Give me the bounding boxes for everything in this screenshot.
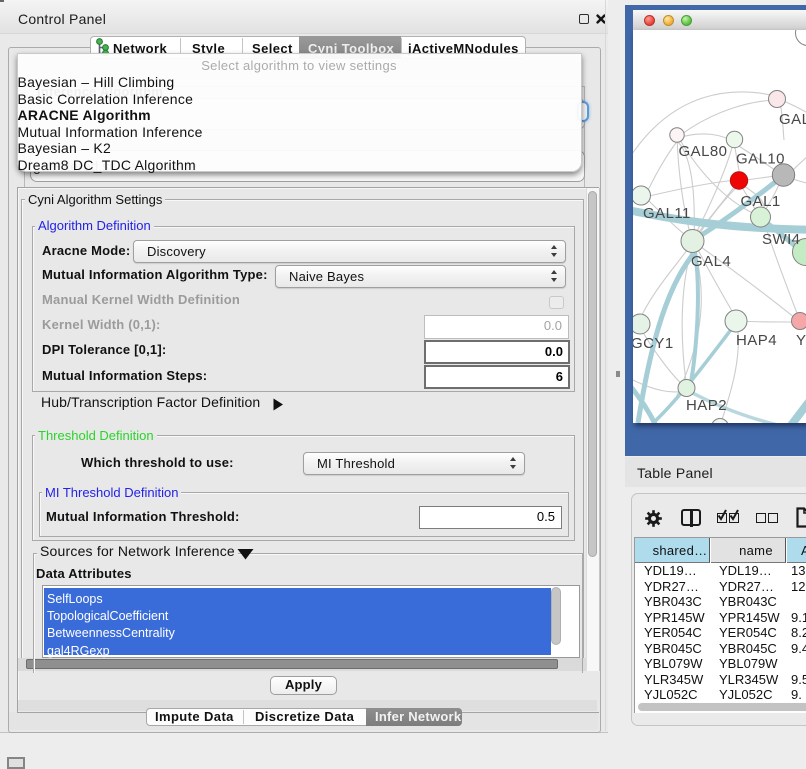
svg-text:HAP2: HAP2 [686,397,727,414]
svg-text:GAL4: GAL4 [691,253,731,270]
svg-text:GAL1: GAL1 [741,193,781,210]
svg-text:GAL80: GAL80 [679,143,728,160]
svg-text:GCY1: GCY1 [633,335,674,352]
svg-text:GAL7: GAL7 [779,111,806,128]
svg-text:GAL11: GAL11 [643,205,691,222]
svg-text:GAL10: GAL10 [736,151,785,168]
svg-text:HAP4: HAP4 [736,332,777,349]
svg-text:SWI4: SWI4 [762,231,800,248]
svg-text:YD: YD [796,332,806,349]
